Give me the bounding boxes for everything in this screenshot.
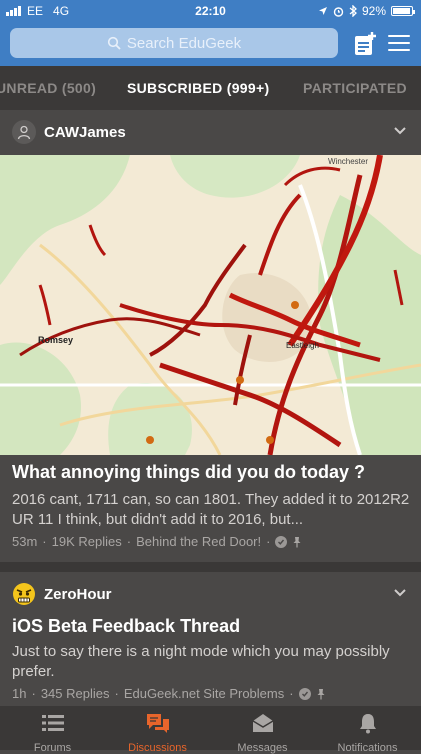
- nav-notifications[interactable]: Notifications: [315, 706, 420, 754]
- search-placeholder: Search EduGeek: [126, 34, 242, 52]
- nav-label: Messages: [237, 742, 288, 754]
- list-icon: [41, 715, 64, 731]
- post-meta: 1h · 345 Replies · EduGeek.net Site Prob…: [12, 686, 326, 701]
- nav-label: Notifications: [337, 742, 398, 754]
- post-card[interactable]: ZeroHour iOS Beta Feedback Thread Just t…: [0, 572, 421, 706]
- status-bar: EE 4G 22:10 92%: [0, 0, 421, 22]
- post-author[interactable]: CAWJames: [12, 120, 126, 144]
- avatar: [12, 120, 36, 144]
- post-meta: 53m · 19K Replies · Behind the Red Door!…: [12, 534, 302, 549]
- tab-subscribed[interactable]: SUBSCRIBED (999+): [127, 80, 269, 96]
- location-icon: [318, 7, 327, 15]
- check-icon: [275, 535, 288, 548]
- post-forum[interactable]: Behind the Red Door!: [136, 534, 261, 549]
- post-time: 53m: [12, 534, 38, 549]
- map-label-romsey: Romsey: [38, 335, 73, 345]
- pin-icon: [317, 688, 325, 699]
- chat-icon: [146, 714, 169, 733]
- nav-forums[interactable]: Forums: [0, 706, 105, 754]
- battery-percent: 92%: [361, 4, 386, 18]
- post-divider: [0, 562, 421, 572]
- top-bar: Search EduGeek: [0, 22, 421, 66]
- bell-icon: [359, 714, 376, 734]
- post-excerpt: Just to say there is a night mode which …: [12, 643, 390, 680]
- traffic-map-image[interactable]: Romsey Winchester Eastleigh: [0, 155, 421, 455]
- bottom-nav: Forums Discussions Messages Notification…: [0, 706, 421, 754]
- nav-label: Discussions: [128, 742, 187, 754]
- search-bar[interactable]: Search EduGeek: [10, 28, 338, 58]
- chevron-down-icon[interactable]: [393, 588, 407, 598]
- tab-unread[interactable]: UNREAD (500): [0, 80, 96, 96]
- menu-icon[interactable]: [388, 35, 410, 53]
- post-time: 1h: [12, 686, 27, 701]
- map-label-winchester: Winchester: [328, 157, 368, 166]
- map-label-eastleigh: Eastleigh: [286, 341, 319, 350]
- author-name: ZeroHour: [44, 585, 112, 603]
- post-card[interactable]: CAWJames Romsey Winchester Eastleigh Wha…: [0, 110, 421, 562]
- status-right: 92%: [318, 4, 415, 18]
- user-icon: [17, 125, 31, 140]
- search-icon: [107, 36, 121, 50]
- chevron-down-icon[interactable]: [393, 126, 407, 136]
- post-title[interactable]: iOS Beta Feedback Thread: [12, 616, 240, 637]
- post-author[interactable]: ZeroHour: [12, 582, 112, 606]
- post-replies: 19K Replies: [51, 534, 122, 549]
- bluetooth-icon: [349, 5, 357, 17]
- angry-face-avatar-icon: [13, 583, 35, 605]
- map-graphic: Romsey Winchester Eastleigh: [0, 155, 421, 455]
- post-replies: 345 Replies: [40, 686, 110, 701]
- nav-messages[interactable]: Messages: [210, 706, 315, 754]
- battery-icon: [391, 6, 415, 16]
- alarm-icon: [333, 6, 344, 17]
- pin-icon: [293, 536, 301, 547]
- check-icon: [298, 687, 311, 700]
- post-forum[interactable]: EduGeek.net Site Problems: [124, 686, 284, 701]
- new-post-icon[interactable]: [354, 32, 376, 56]
- author-name: CAWJames: [44, 123, 126, 141]
- post-excerpt: 2016 cant, 1711 can, so can 1801. They a…: [12, 491, 410, 528]
- tab-bar: UNREAD (500) SUBSCRIBED (999+) PARTICIPA…: [0, 66, 421, 110]
- post-title[interactable]: What annoying things did you do today ?: [12, 462, 365, 483]
- tab-participated[interactable]: PARTICIPATED: [303, 80, 407, 96]
- nav-label: Forums: [33, 742, 72, 754]
- nav-discussions[interactable]: Discussions: [105, 706, 210, 754]
- envelope-icon: [252, 714, 273, 732]
